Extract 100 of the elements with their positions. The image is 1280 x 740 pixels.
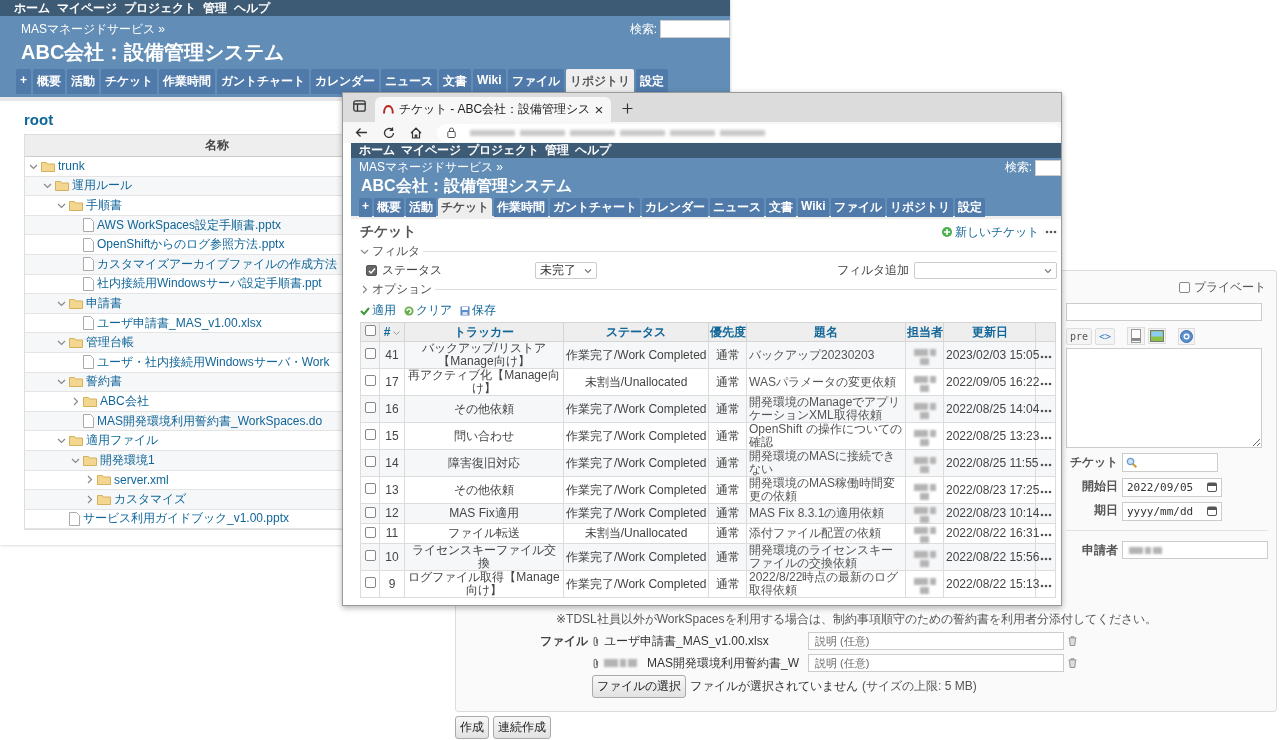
file-link[interactable]: MAS開発環境利用誓約書_WorkSpaces.do [97, 412, 323, 430]
tab[interactable]: ファイル [507, 69, 564, 94]
subject-link[interactable]: バックアップ20230203 [746, 341, 906, 369]
document-icon[interactable] [1127, 327, 1146, 345]
menu-link[interactable]: 管理 [203, 0, 227, 17]
checkbox[interactable] [364, 375, 376, 386]
related-issue-field[interactable] [1122, 453, 1218, 472]
more-icon[interactable] [1039, 462, 1052, 467]
trash-icon[interactable] [1068, 636, 1077, 646]
tab[interactable]: Wiki [798, 198, 829, 217]
plus-icon[interactable] [622, 103, 633, 114]
folder-link[interactable]: 運用ルール [72, 177, 132, 195]
menu-link[interactable]: ヘルプ [575, 143, 611, 159]
image-icon[interactable] [1148, 328, 1167, 344]
folder-link[interactable]: 管理台帳 [86, 334, 134, 352]
tab[interactable]: 概要 [374, 198, 404, 217]
column-header[interactable]: # [379, 322, 405, 342]
tab[interactable]: 活動 [67, 69, 99, 94]
chevron-icon[interactable] [57, 201, 66, 210]
action-link[interactable]: クリア [404, 302, 452, 319]
chevron-icon[interactable] [43, 181, 52, 191]
toolbar-button[interactable]: <> [1095, 327, 1116, 345]
folder-link[interactable]: 申請書 [86, 294, 122, 312]
chevron-icon[interactable] [57, 338, 66, 348]
chevron-icon[interactable] [57, 436, 66, 446]
subject-link[interactable]: 2022/8/22時点の最新のログ取得依頼 [746, 570, 906, 598]
tab[interactable]: 概要 [33, 69, 65, 94]
tab[interactable]: 活動 [406, 198, 436, 217]
checkbox[interactable] [364, 526, 376, 538]
tab[interactable]: 文書 [439, 69, 471, 94]
breadcrumb-link[interactable]: MASマネージドサービス » [359, 159, 503, 176]
tab[interactable]: リポジトリ [565, 69, 634, 94]
tab[interactable]: + [16, 69, 31, 94]
description-field[interactable] [1066, 348, 1262, 448]
more-icon[interactable] [1039, 354, 1052, 359]
more-icon[interactable] [1039, 435, 1052, 440]
tab[interactable]: チケット [438, 198, 492, 217]
operator-select[interactable]: 未完了 [535, 262, 597, 279]
help-icon[interactable] [1178, 327, 1196, 345]
more-icon[interactable] [1039, 556, 1052, 561]
checkbox[interactable] [364, 456, 376, 467]
checkbox[interactable] [364, 577, 376, 588]
home-icon[interactable] [410, 126, 422, 139]
tab[interactable]: + [359, 198, 372, 217]
breadcrumb-link[interactable]: MASマネージドサービス » [21, 20, 165, 38]
choose-file-button[interactable]: ファイルの選択 [592, 675, 686, 698]
column-header[interactable]: 更新日 [943, 322, 1036, 342]
tab[interactable]: 設定 [954, 198, 985, 217]
subject-link[interactable]: 開発環境のMASに接続できない [746, 449, 906, 477]
more-icon[interactable] [1039, 381, 1052, 386]
file-link[interactable]: 社内接続用Windowsサーバ設定手順書.ppt [97, 275, 322, 293]
action-link[interactable]: 保存 [460, 302, 496, 319]
tab[interactable]: 設定 [635, 69, 668, 94]
tab[interactable]: 文書 [766, 198, 796, 217]
select-all-checkbox[interactable] [364, 325, 376, 336]
menu-link[interactable]: プロジェクト [467, 143, 539, 159]
subject-link[interactable]: WASパラメータの変更依頼 [746, 368, 906, 396]
submit-button[interactable]: 作成 [455, 716, 489, 739]
tab[interactable]: リポジトリ [886, 198, 953, 217]
folder-link[interactable]: trunk [58, 159, 85, 174]
back-icon[interactable] [355, 127, 368, 138]
checkbox[interactable] [364, 506, 376, 518]
subject-link[interactable]: 開発環境のManageでアプリケーションXML取得依頼 [746, 395, 906, 423]
new-issue-link[interactable]: 新しいチケット [942, 223, 1039, 241]
calendar-icon[interactable] [1207, 482, 1217, 492]
folder-link[interactable]: 誓約書 [86, 373, 122, 391]
tab[interactable]: ニュース [710, 198, 764, 217]
column-header[interactable]: 優先度 [708, 322, 747, 342]
chevron-icon[interactable] [71, 396, 80, 406]
file-link[interactable]: サービス利用ガイドブック_v1.00.pptx [83, 510, 290, 528]
tab[interactable]: ファイル [830, 198, 885, 217]
chevron-icon[interactable] [57, 377, 66, 387]
subject-field[interactable] [1066, 303, 1262, 321]
tab[interactable]: ガントチャート [217, 69, 309, 94]
file-link[interactable]: AWS WorkSpaces設定手順書.pptx [97, 216, 282, 234]
chevron-icon[interactable] [360, 247, 369, 256]
file-link[interactable]: ユーザ申請書_MAS_v1.00.xlsx [97, 314, 262, 332]
tab[interactable]: ニュース [381, 69, 437, 94]
more-icon[interactable] [1039, 583, 1052, 588]
action-link[interactable]: 適用 [360, 302, 396, 319]
menu-link[interactable]: ホーム [359, 143, 395, 159]
toolbar-button[interactable]: pre [1066, 327, 1093, 345]
subject-link[interactable]: OpenShift の操作についての確認 [746, 422, 906, 450]
menu-link[interactable]: 管理 [545, 143, 569, 159]
file-link[interactable]: OpenShiftからのログ参照方法.pptx [97, 236, 285, 254]
menu-link[interactable]: ヘルプ [234, 0, 270, 17]
more-icon[interactable] [1039, 408, 1052, 413]
close-icon[interactable] [595, 105, 603, 114]
folder-link[interactable]: 開発環境1 [100, 451, 155, 469]
chevron-icon[interactable] [85, 475, 94, 485]
folder-link[interactable]: 適用ファイル [86, 432, 158, 450]
column-header[interactable]: ステータス [563, 322, 709, 342]
file-link[interactable]: カスタマイズアーカイブファイルの作成方法 [97, 255, 337, 273]
reload-icon[interactable] [383, 126, 395, 139]
trash-icon[interactable] [1068, 658, 1077, 668]
menu-link[interactable]: マイページ [57, 0, 117, 17]
column-header[interactable]: 担当者 [905, 322, 944, 342]
more-icon[interactable] [1039, 513, 1052, 517]
search-field[interactable] [1035, 159, 1061, 176]
menu-link[interactable]: プロジェクト [124, 0, 196, 17]
